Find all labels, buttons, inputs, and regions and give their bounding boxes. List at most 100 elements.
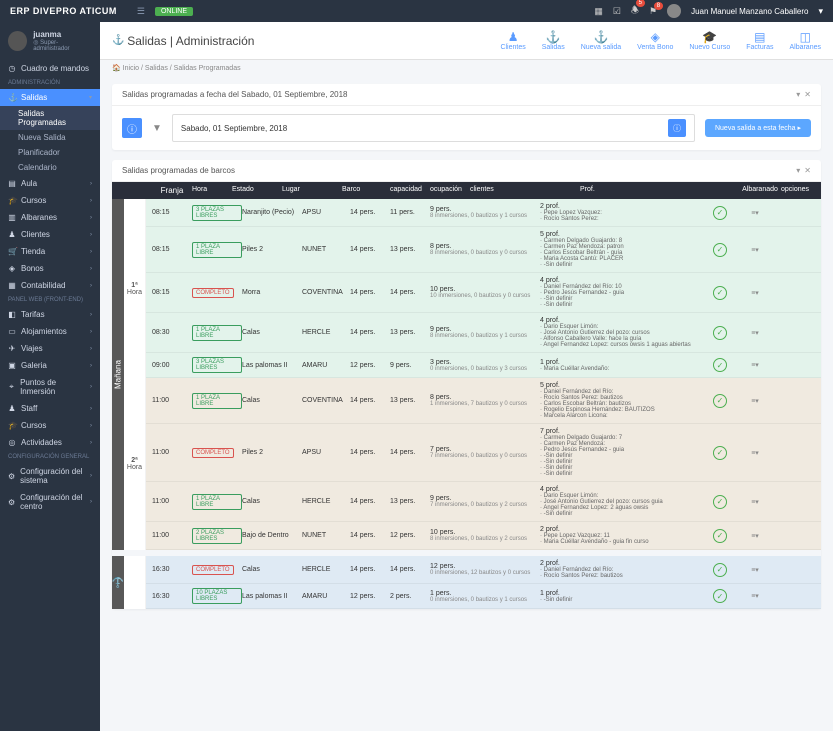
flag-icon[interactable]: ⚑8 (649, 6, 657, 17)
sub-planificador[interactable]: Planificador (0, 145, 100, 160)
table-row: 08:15 3 PLAZAS LIBRES Naranjito (Pecio) … (146, 199, 821, 227)
options-button[interactable]: ≡▾ (751, 247, 759, 254)
sub-salidas-programadas[interactable]: Salidas Programadas (0, 106, 100, 130)
menu-toggle-icon[interactable]: ☰ (137, 6, 145, 17)
grid-icon[interactable]: ▦ (594, 6, 603, 17)
table-row: 11:00 1 PLAZA LIBRE Calas HERCLE 14 pers… (146, 482, 821, 522)
check-circle-icon[interactable]: ✓ (713, 286, 727, 300)
nav-conf-sistema[interactable]: ⚙Configuración del sistema› (0, 463, 100, 489)
filter-icon[interactable]: ▼ (152, 123, 162, 134)
calendar-icon[interactable]: ⓘ (668, 119, 686, 137)
cell-capacidad: 12 pers. (350, 593, 390, 600)
nav-aula[interactable]: ▤Aula› (0, 175, 100, 192)
section-config: CONFIGURACIÓN GENERAL (0, 451, 100, 463)
nav-dashboard[interactable]: ◷Cuadro de mandos (0, 60, 100, 77)
sidebar-user-block[interactable]: juanma ◎ Super-administrador (0, 22, 100, 60)
bell-icon[interactable]: 🕭5 (631, 3, 639, 19)
nav-viajes[interactable]: ✈Viajes› (0, 340, 100, 357)
bc-salidas[interactable]: Salidas (145, 65, 168, 72)
gear-icon: ⚙ (8, 472, 15, 481)
options-button[interactable]: ≡▾ (751, 533, 759, 540)
check-circle-icon[interactable]: ✓ (713, 326, 727, 340)
nav-contabilidad[interactable]: ▦Contabilidad› (0, 277, 100, 294)
collapse-icon[interactable]: ▾ (796, 166, 800, 175)
options-button[interactable]: ≡▾ (751, 567, 759, 574)
check-circle-icon[interactable]: ✓ (713, 243, 727, 257)
estado-badge: 3 PLAZAS LIBRES (192, 357, 242, 373)
close-icon[interactable]: ✕ (804, 90, 811, 99)
new-salida-button[interactable]: Nueva salida a esta fecha ▸ (705, 119, 811, 137)
options-button[interactable]: ≡▾ (751, 290, 759, 297)
action-clientes[interactable]: ♟Clientes (500, 30, 525, 51)
action-venta-bono[interactable]: ◈Venta Bono (637, 30, 673, 51)
sub-nueva-salida[interactable]: Nueva Salida (0, 130, 100, 145)
table-row: 08:15 1 PLAZA LIBRE Piles 2 NUNET 14 per… (146, 227, 821, 273)
activity-icon: ◎ (8, 438, 16, 447)
user-fullname[interactable]: Juan Manuel Manzano Caballero (691, 7, 808, 16)
avatar[interactable] (667, 4, 681, 18)
chevron-down-icon[interactable]: ▾ (818, 6, 823, 17)
cell-lugar: Las palomas II (242, 362, 302, 369)
nav-clientes[interactable]: ♟Clientes› (0, 226, 100, 243)
action-facturas[interactable]: ▤Facturas (746, 30, 773, 51)
collapse-icon[interactable]: ▾ (796, 90, 800, 99)
close-icon[interactable]: ✕ (804, 166, 811, 175)
action-nuevo-curso[interactable]: 🎓Nuevo Curso (689, 30, 730, 51)
cell-opciones: ≡▾ (740, 289, 770, 297)
options-button[interactable]: ≡▾ (751, 499, 759, 506)
cell-prof: 2 prof.· Daniel Fernández del Río:· Rocí… (540, 560, 700, 579)
sidebar-role: ◎ Super-administrador (33, 39, 92, 52)
options-button[interactable]: ≡▾ (751, 210, 759, 217)
date-input[interactable]: Sabado, 01 Septiembre, 2018 ⓘ (172, 114, 695, 142)
check-circle-icon[interactable]: ✓ (713, 495, 727, 509)
topbar: ERP DIVEPRO ATICUM ☰ ONLINE ▦ ☑ 🕭5 ⚑8 Ju… (0, 0, 833, 22)
check-circle-icon[interactable]: ✓ (713, 394, 727, 408)
cell-lugar: Piles 2 (242, 246, 302, 253)
nav-tarifas[interactable]: ◧Tarifas› (0, 306, 100, 323)
nav-puntos[interactable]: ⌖Puntos de Inmersión› (0, 374, 100, 400)
action-salidas[interactable]: ⚓Salidas (542, 30, 565, 51)
check-circle-icon[interactable]: ✓ (713, 563, 727, 577)
check-icon[interactable]: ☑ (613, 6, 621, 17)
cell-opciones: ≡▾ (740, 532, 770, 540)
nav-bonos[interactable]: ◈Bonos› (0, 260, 100, 277)
main: ⚓ Salidas | Administración ♟Clientes ⚓Sa… (100, 22, 833, 731)
nav-staff[interactable]: ♟Staff› (0, 400, 100, 417)
action-albaranes[interactable]: ◫Albaranes (789, 30, 821, 51)
prof-line: · -Sin definir (540, 511, 700, 517)
options-button[interactable]: ≡▾ (751, 398, 759, 405)
check-circle-icon[interactable]: ✓ (713, 446, 727, 460)
staff-icon: ♟ (8, 404, 16, 413)
cell-clientes: 10 pers.8 inmersiones, 0 bautizos y 2 cu… (430, 529, 540, 542)
cell-lugar: Calas (242, 397, 302, 404)
check-circle-icon[interactable]: ✓ (713, 206, 727, 220)
cell-ocupacion: 2 pers. (390, 593, 430, 600)
nav-galeria[interactable]: ▣Galeria› (0, 357, 100, 374)
check-circle-icon[interactable]: ✓ (713, 358, 727, 372)
nav-actividades[interactable]: ◎Actividades› (0, 434, 100, 451)
nav-conf-centro[interactable]: ⚙Configuración del centro› (0, 489, 100, 515)
nav-albaranes[interactable]: ▥Albaranes› (0, 209, 100, 226)
check-circle-icon[interactable]: ✓ (713, 589, 727, 603)
bc-inicio[interactable]: Inicio (123, 65, 139, 72)
nav-cursos[interactable]: 🎓Cursos› (0, 192, 100, 209)
sub-calendario[interactable]: Calendario (0, 160, 100, 175)
options-button[interactable]: ≡▾ (751, 593, 759, 600)
options-button[interactable]: ≡▾ (751, 450, 759, 457)
cell-opciones: ≡▾ (740, 397, 770, 405)
nav-alojamientos[interactable]: ▭Alojamientos› (0, 323, 100, 340)
action-nueva-salida[interactable]: ⚓Nueva salida (581, 30, 621, 51)
nav-cursos2[interactable]: 🎓Cursos› (0, 417, 100, 434)
image-icon: ▣ (8, 361, 16, 370)
cell-estado: COMPLETO (192, 565, 242, 575)
options-button[interactable]: ≡▾ (751, 330, 759, 337)
nav-tienda[interactable]: 🛒Tienda› (0, 243, 100, 260)
info-button[interactable]: ⓘ (122, 118, 142, 138)
cell-prof: 5 prof.· Carmen Delgado Guajardo: 8· Car… (540, 231, 700, 268)
options-button[interactable]: ≡▾ (751, 362, 759, 369)
nav-salidas[interactable]: ⚓Salidas▾ (0, 89, 100, 106)
estado-badge: 10 PLAZAS LIBRES (192, 588, 242, 604)
cell-estado: 3 PLAZAS LIBRES (192, 205, 242, 221)
check-circle-icon[interactable]: ✓ (713, 529, 727, 543)
cell-estado: 2 PLAZAS LIBRES (192, 528, 242, 544)
